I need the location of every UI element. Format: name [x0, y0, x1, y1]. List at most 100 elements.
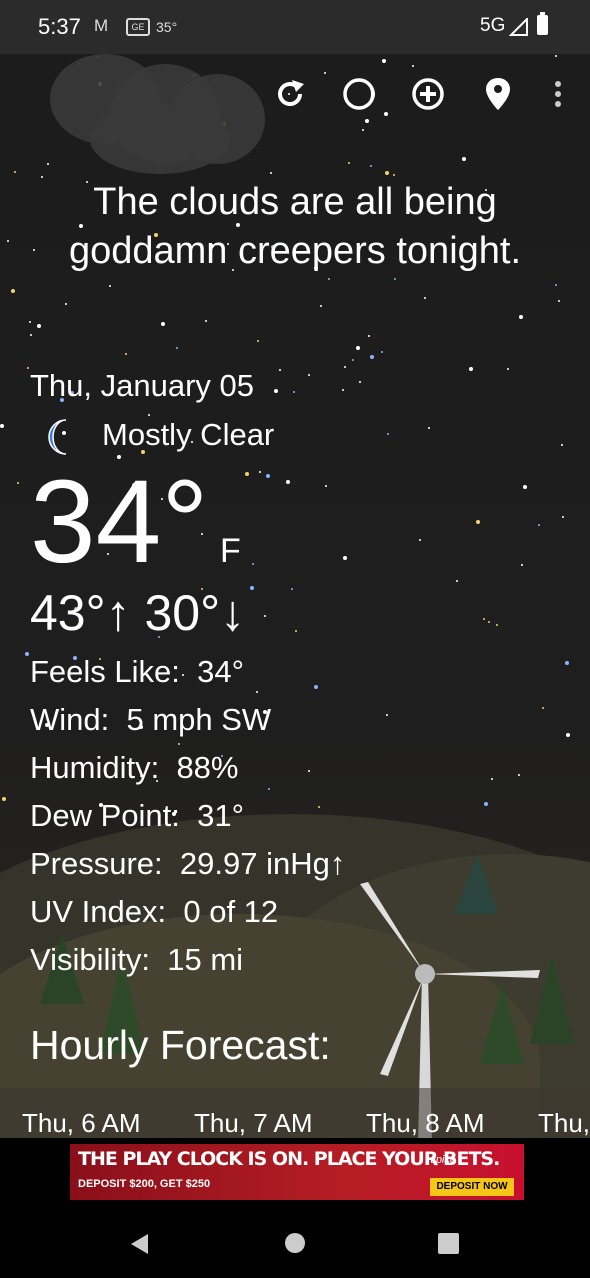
- star-dot: [462, 157, 466, 161]
- star-dot: [245, 472, 249, 476]
- star-dot: [286, 480, 290, 484]
- star-dot: [318, 806, 320, 808]
- high-low-temperature: 43°↑ 30°↓: [30, 585, 246, 641]
- star-dot: [456, 580, 458, 582]
- detail-value: 31°: [197, 798, 245, 833]
- ad-subtext: DEPOSIT $200, GET $250: [78, 1178, 211, 1190]
- star-dot: [496, 624, 498, 626]
- star-dot: [491, 778, 493, 780]
- temperature-unit: F: [220, 532, 241, 570]
- star-dot: [393, 174, 395, 176]
- star-dot: [362, 129, 364, 131]
- hourly-forecast-title: Hourly Forecast:: [30, 1022, 331, 1068]
- star-dot: [11, 289, 15, 293]
- moon-phase-icon[interactable]: [341, 76, 377, 112]
- star-dot: [387, 433, 389, 435]
- humidity-row: Humidity: 88%: [30, 750, 238, 786]
- uv-index-row: UV Index: 0 of 12: [30, 894, 278, 930]
- location-pin-icon[interactable]: [480, 76, 516, 112]
- gmail-icon: M: [94, 16, 109, 35]
- star-dot: [368, 335, 370, 337]
- star-dot: [314, 685, 318, 689]
- ad-container: THE PLAY CLOCK IS ON. PLACE YOUR BETS. D…: [0, 1138, 590, 1208]
- star-dot: [7, 240, 9, 242]
- detail-label: Dew Point:: [30, 798, 180, 833]
- star-dot: [469, 367, 473, 371]
- star-dot: [562, 516, 564, 518]
- hourly-item[interactable]: Thu, 7 AM: [194, 1108, 313, 1139]
- star-dot: [25, 652, 29, 656]
- star-dot: [428, 427, 430, 429]
- navigation-bar: [0, 1208, 590, 1278]
- recents-icon[interactable]: [438, 1233, 459, 1254]
- current-date: Thu, January 05: [30, 368, 255, 403]
- feels-like-row: Feels Like: 34°: [30, 654, 244, 690]
- detail-value: 5 mph SW: [126, 702, 272, 737]
- star-dot: [178, 743, 180, 745]
- ad-deposit-button[interactable]: DEPOSIT NOW: [430, 1178, 514, 1196]
- star-dot: [2, 797, 6, 801]
- status-bar: 5:37 M GE 35° 5G: [0, 0, 590, 54]
- ad-banner[interactable]: THE PLAY CLOCK IS ON. PLACE YOUR BETS. D…: [70, 1144, 524, 1200]
- star-dot: [295, 630, 297, 632]
- star-dot: [565, 661, 569, 665]
- star-dot: [125, 353, 127, 355]
- star-dot: [356, 346, 360, 350]
- star-dot: [523, 485, 527, 489]
- star-dot: [542, 707, 544, 709]
- back-icon[interactable]: [128, 1232, 152, 1256]
- star-dot: [274, 389, 278, 393]
- star-dot: [538, 524, 540, 526]
- star-dot: [342, 389, 344, 391]
- home-icon[interactable]: [284, 1232, 306, 1254]
- star-dot: [352, 359, 354, 361]
- hourly-item[interactable]: Thu, 6 AM: [22, 1108, 141, 1139]
- hourly-item[interactable]: Thu,: [538, 1108, 590, 1139]
- star-dot: [483, 618, 485, 620]
- star-dot: [412, 65, 414, 67]
- current-temperature: 34°: [30, 456, 209, 588]
- status-temperature: 35°: [156, 19, 178, 35]
- star-dot: [384, 112, 388, 116]
- battery-icon: [537, 12, 548, 35]
- star-dot: [348, 162, 350, 164]
- dew-point-row: Dew Point: 31°: [30, 798, 244, 834]
- star-dot: [555, 284, 557, 286]
- star-dot: [250, 586, 254, 590]
- detail-value: 15 mi: [167, 942, 244, 977]
- star-dot: [252, 563, 254, 565]
- star-dot: [370, 355, 374, 359]
- star-dot: [320, 305, 322, 307]
- star-dot: [365, 119, 369, 123]
- star-dot: [176, 347, 178, 349]
- star-dot: [47, 163, 49, 165]
- visibility-row: Visibility: 15 mi: [30, 942, 243, 978]
- star-dot: [65, 303, 67, 305]
- star-dot: [27, 367, 29, 369]
- cloud-shape: [90, 104, 230, 174]
- star-dot: [205, 320, 207, 322]
- more-vert-icon[interactable]: [540, 76, 576, 112]
- star-dot: [488, 621, 490, 623]
- detail-label: Wind:: [30, 702, 110, 737]
- star-dot: [14, 171, 16, 173]
- detail-label: Pressure:: [30, 846, 163, 881]
- star-dot: [257, 340, 259, 342]
- star-dot: [109, 285, 111, 287]
- star-dot: [385, 171, 389, 175]
- star-dot: [325, 485, 327, 487]
- detail-value: 0 of 12: [183, 894, 279, 929]
- refresh-icon[interactable]: [272, 76, 308, 112]
- star-dot: [259, 471, 261, 473]
- star-dot: [256, 691, 258, 693]
- star-dot: [148, 414, 150, 416]
- hourly-item[interactable]: Thu, 8 AM: [366, 1108, 485, 1139]
- star-dot: [30, 334, 32, 336]
- star-dot: [386, 714, 388, 716]
- detail-value: 88%: [176, 750, 239, 785]
- star-dot: [308, 374, 310, 376]
- star-dot: [555, 55, 557, 57]
- add-location-icon[interactable]: [410, 76, 446, 112]
- wind-row: Wind: 5 mph SW: [30, 702, 271, 738]
- star-dot: [419, 539, 421, 541]
